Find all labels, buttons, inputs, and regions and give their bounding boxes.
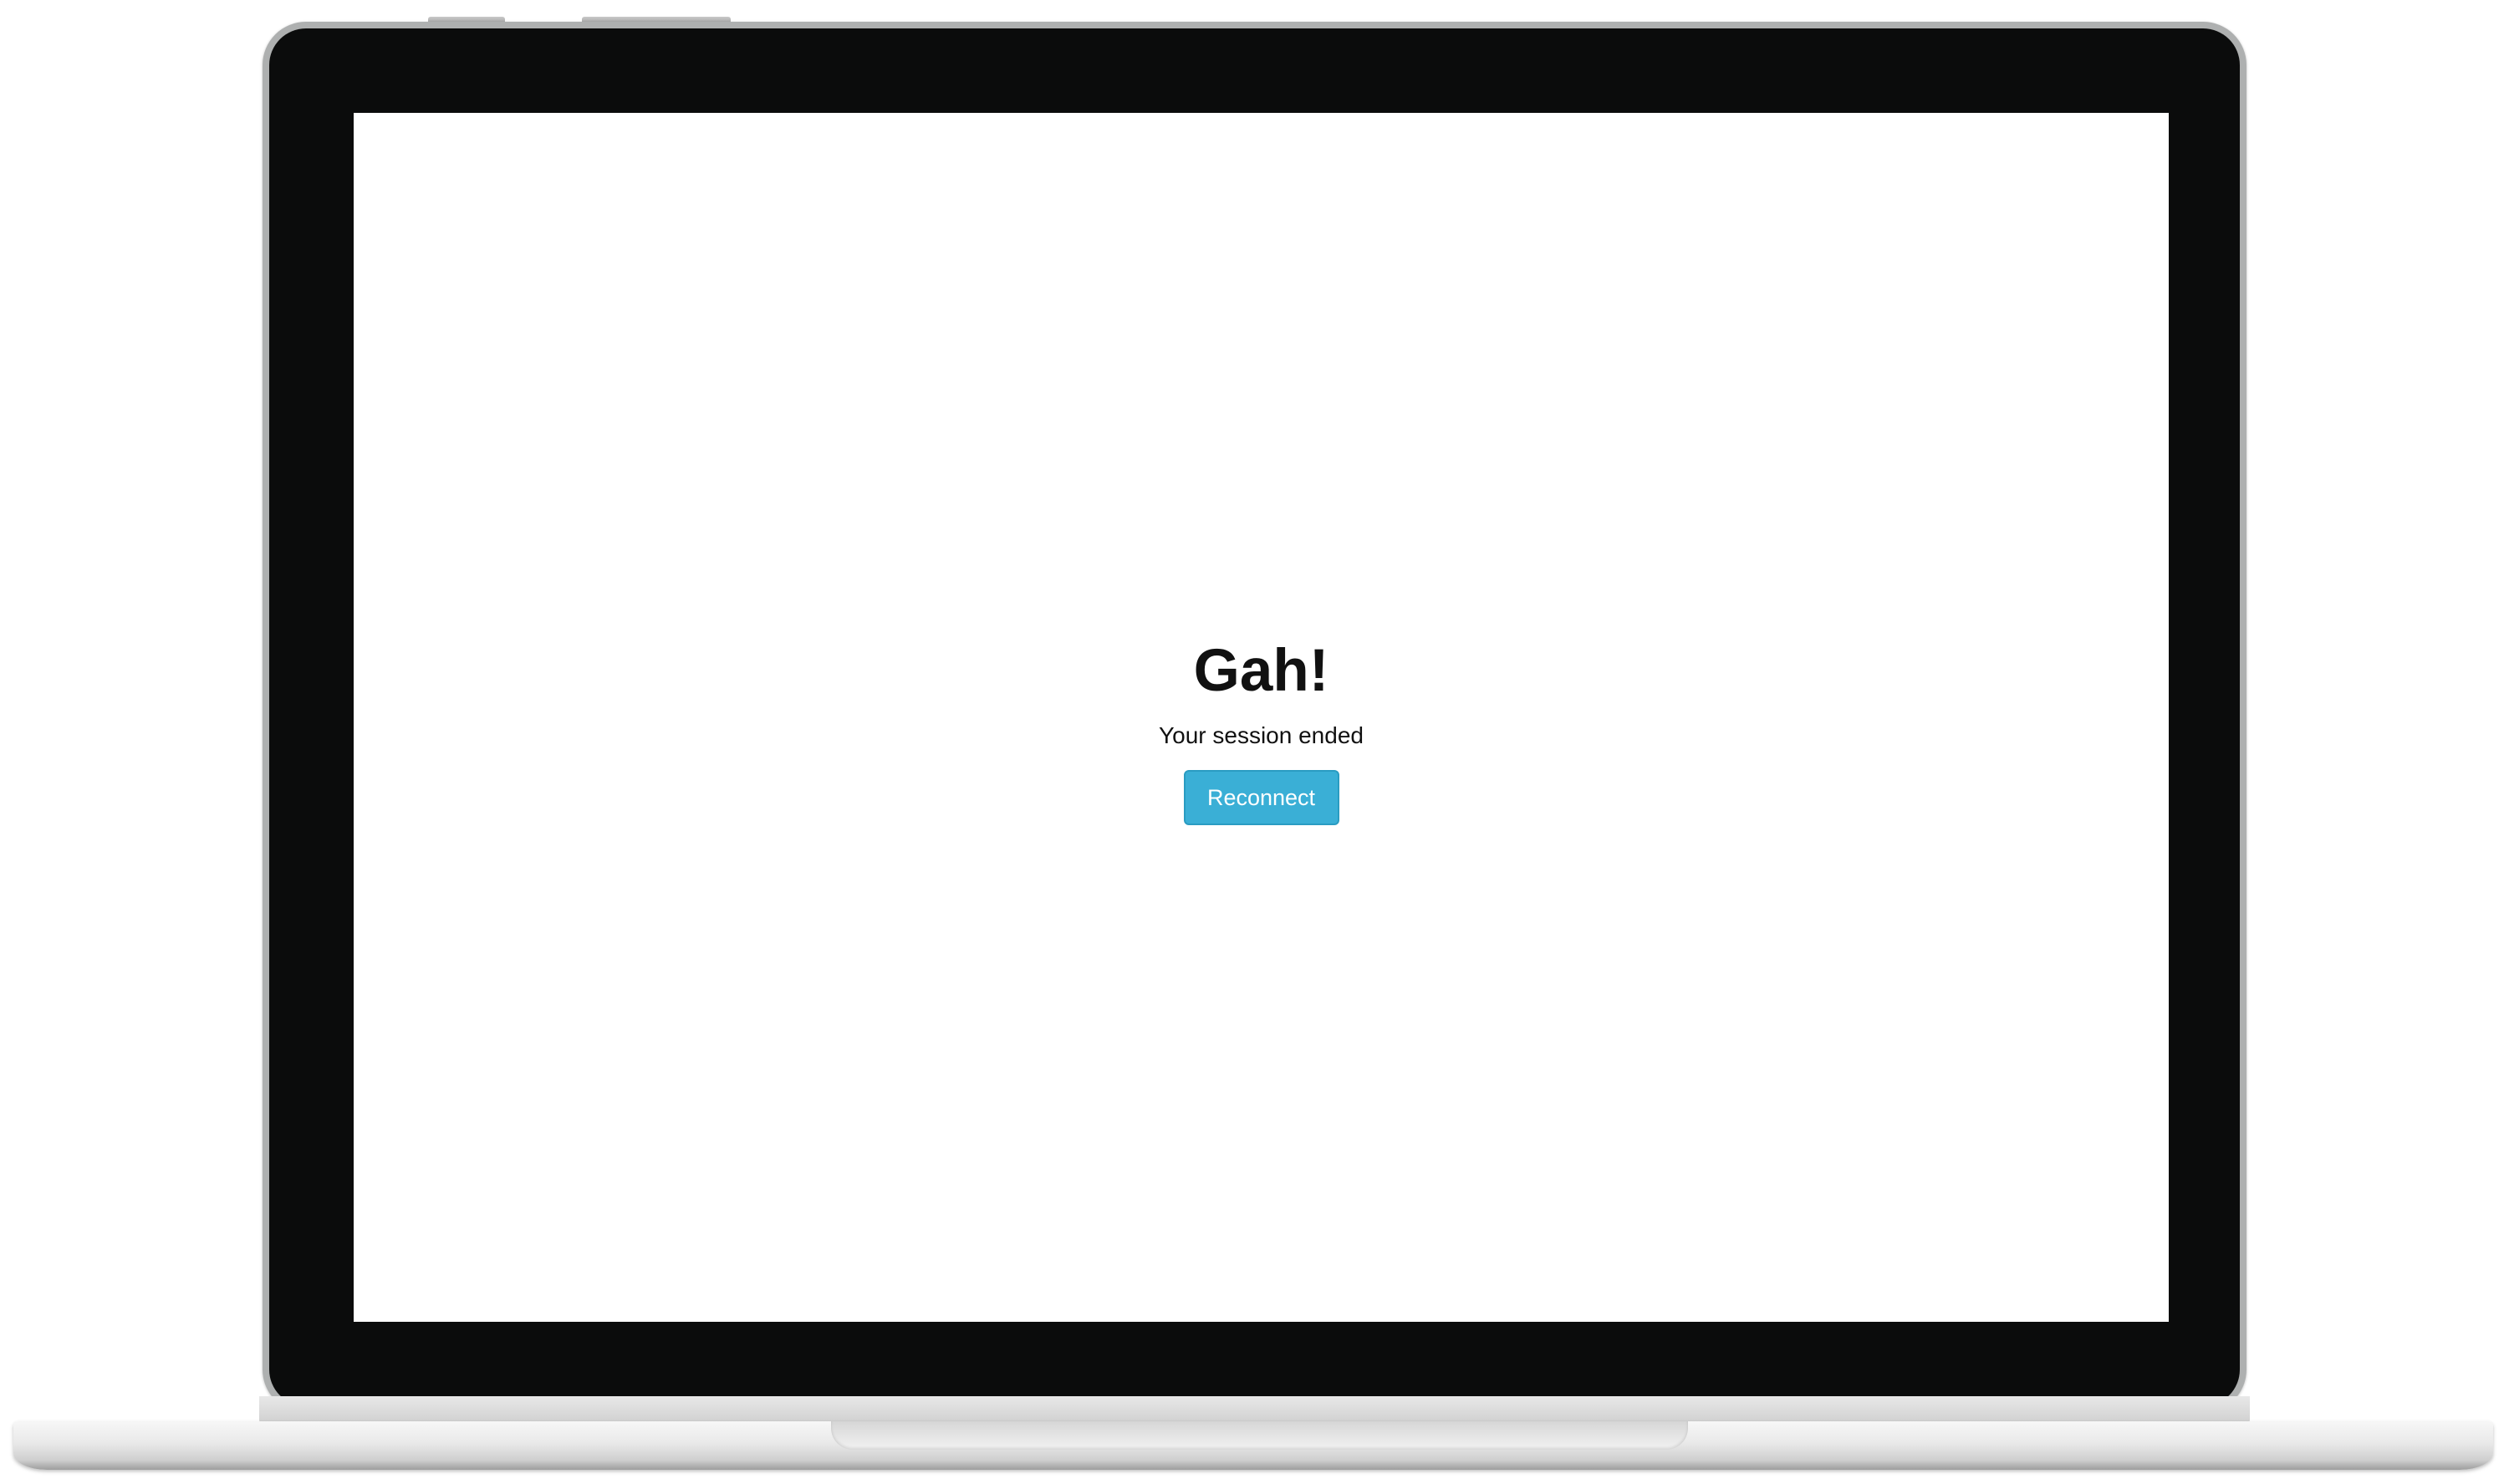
screen-bezel: Gah! Your session ended Reconnect bbox=[269, 28, 2240, 1406]
laptop-mockup: Gah! Your session ended Reconnect bbox=[0, 0, 2504, 1484]
error-headline: Gah! bbox=[1193, 638, 1329, 704]
session-ended-message: Gah! Your session ended Reconnect bbox=[354, 636, 2169, 825]
laptop-lid: Gah! Your session ended Reconnect bbox=[263, 22, 2246, 1413]
laptop-base bbox=[13, 1421, 2493, 1470]
laptop-hinge bbox=[259, 1396, 2250, 1425]
screen-viewport: Gah! Your session ended Reconnect bbox=[354, 113, 2169, 1322]
laptop-base-notch bbox=[831, 1421, 1688, 1450]
session-ended-text: Your session ended bbox=[1159, 722, 1364, 748]
reconnect-button[interactable]: Reconnect bbox=[1183, 770, 1339, 825]
